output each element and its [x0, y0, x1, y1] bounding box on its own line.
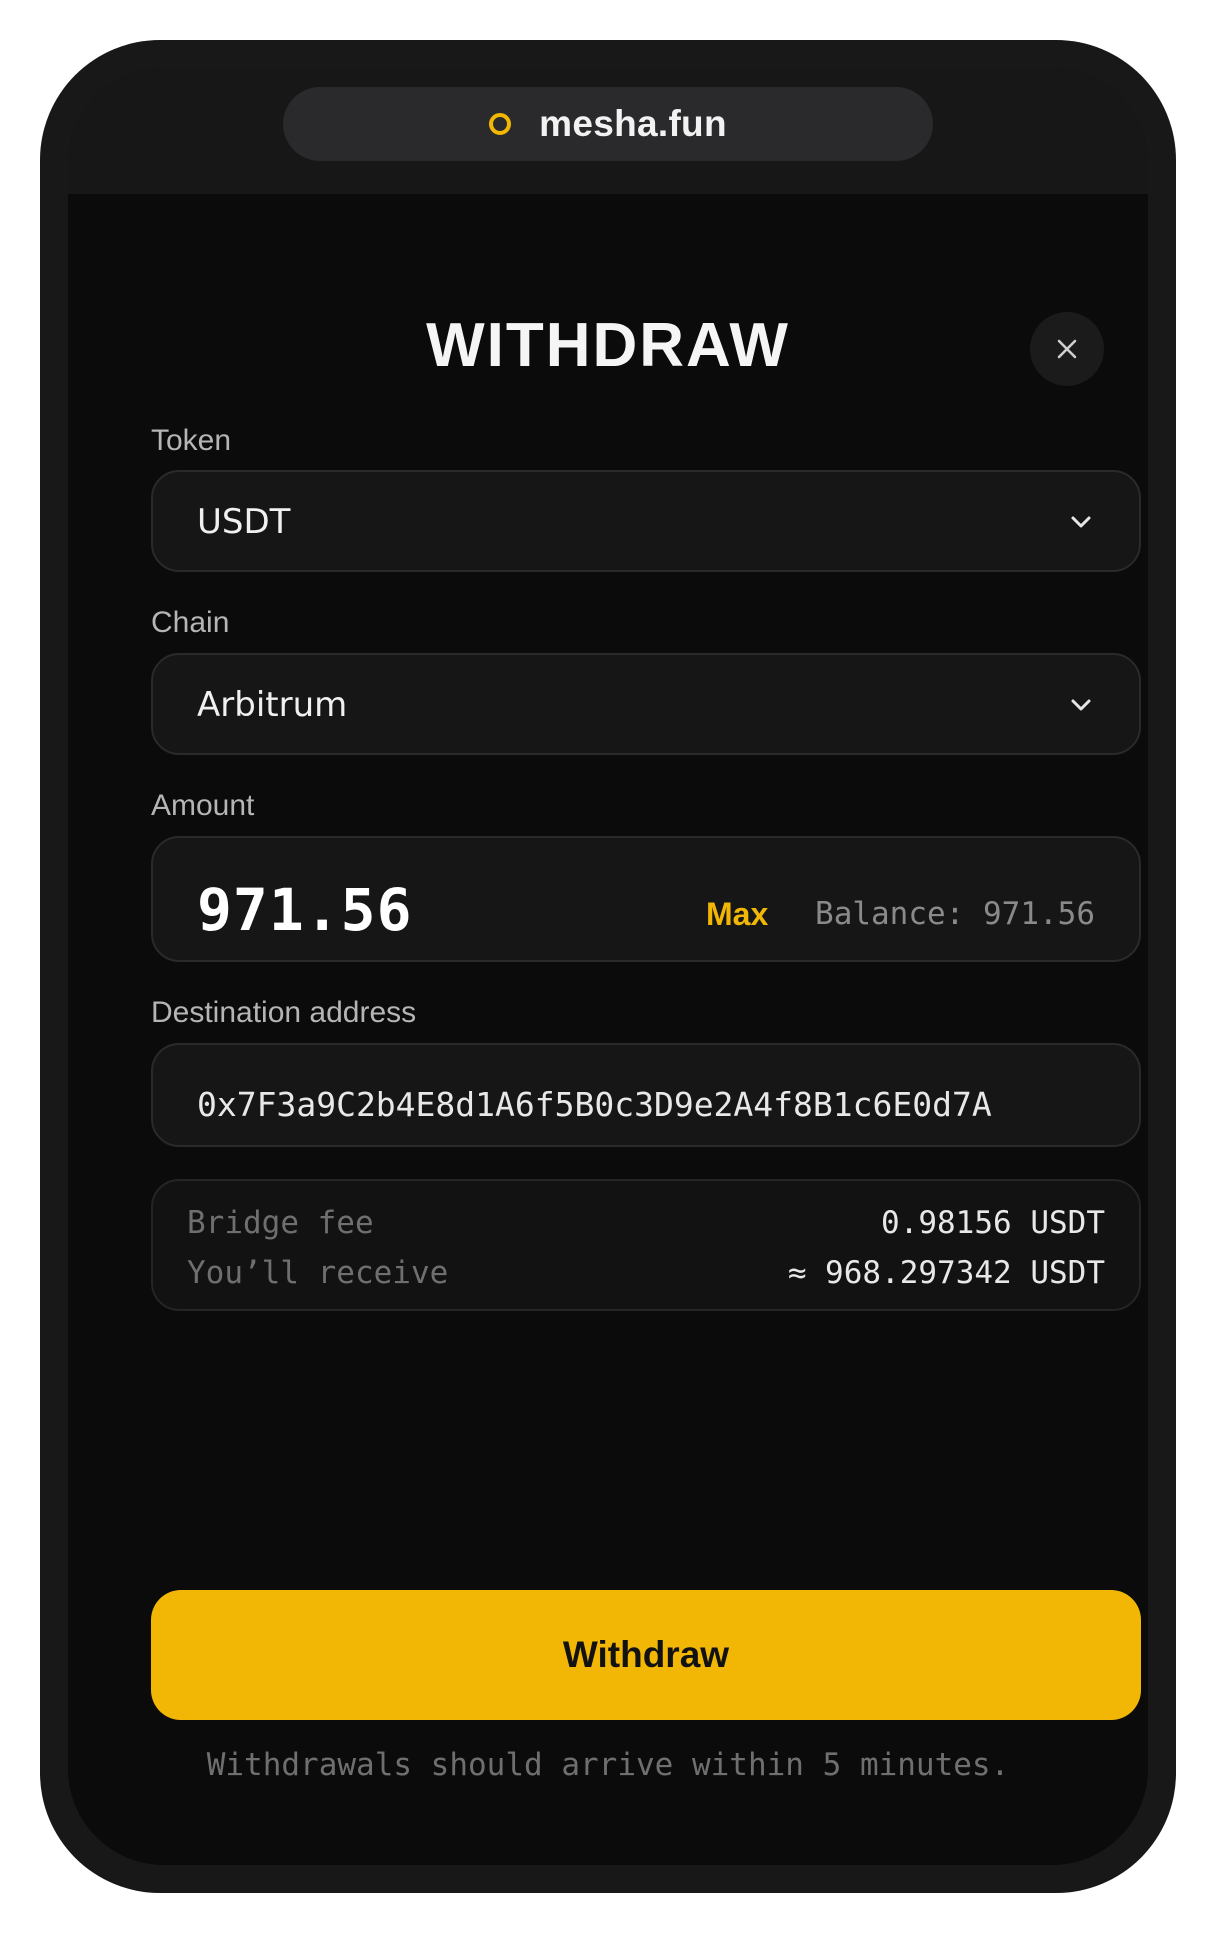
url-text: mesha.fun [539, 103, 727, 144]
close-button[interactable] [1030, 312, 1104, 386]
destination-label: Destination address [151, 996, 417, 1029]
browser-bar: mesha.fun [68, 68, 1148, 194]
destination-field[interactable]: 0x7F3a9C2b4E8d1A6f5B0c3D9e2A4f8B1c6E0d7A [151, 1043, 1141, 1147]
chevron-down-icon [1071, 699, 1091, 711]
token-select[interactable]: USDT [151, 470, 1141, 572]
page-title: WITHDRAW [426, 311, 790, 380]
bridge-fee-value: 0.98156 USDT [881, 1205, 1105, 1241]
chain-select[interactable]: Arbitrum [151, 653, 1141, 755]
destination-address-input[interactable]: 0x7F3a9C2b4E8d1A6f5B0c3D9e2A4f8B1c6E0d7A [197, 1085, 992, 1124]
site-status-icon [489, 113, 512, 135]
summary-box: Bridge fee 0.98156 USDT You’ll receive ≈… [151, 1179, 1141, 1311]
amount-label: Amount [151, 789, 255, 822]
url-bar[interactable]: mesha.fun [283, 87, 933, 161]
close-icon [1057, 339, 1077, 359]
max-button[interactable]: Max [706, 896, 768, 933]
token-label: Token [151, 424, 232, 457]
receive-label: You’ll receive [187, 1255, 449, 1291]
chain-selected-value: Arbitrum [197, 685, 348, 725]
chevron-down-icon [1071, 516, 1091, 528]
token-selected-value: USDT [197, 502, 291, 542]
balance-text: Balance: 971.56 [815, 896, 1095, 932]
receive-value: ≈ 968.297342 USDT [787, 1255, 1105, 1291]
withdrawal-note: Withdrawals should arrive within 5 minut… [206, 1747, 1010, 1783]
phone-frame: mesha.fun WITHDRAW Token USDT Chain Arbi… [40, 40, 1176, 1893]
amount-input[interactable]: 971.56 [197, 876, 413, 944]
chain-label: Chain [151, 606, 230, 639]
bridge-fee-label: Bridge fee [187, 1205, 374, 1241]
screen: mesha.fun WITHDRAW Token USDT Chain Arbi… [68, 68, 1148, 1865]
amount-field[interactable]: 971.56 Max Balance: 971.56 [151, 836, 1141, 962]
withdraw-button[interactable]: Withdraw [151, 1590, 1141, 1720]
